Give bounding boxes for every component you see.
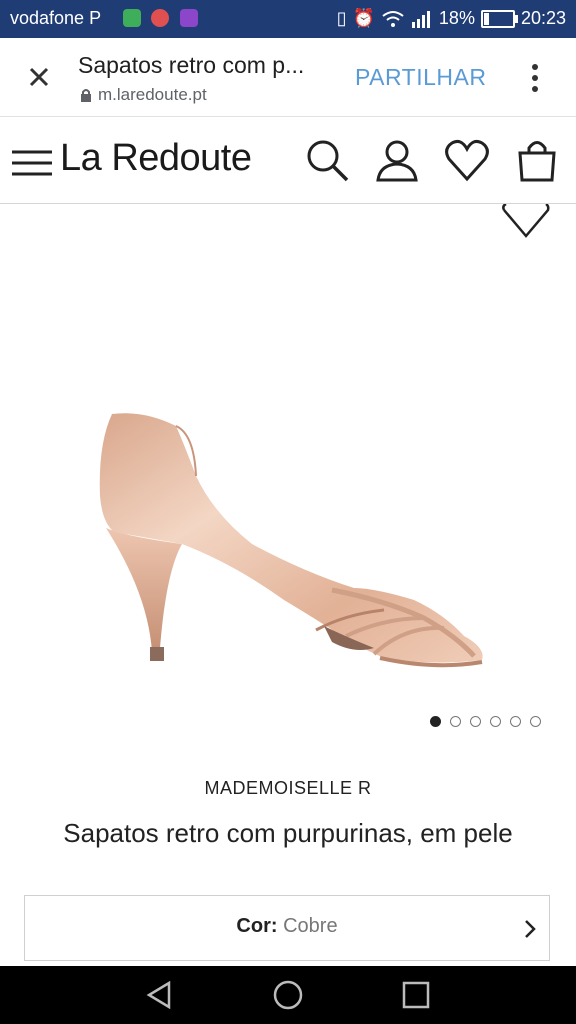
pagination-dot[interactable]	[470, 716, 481, 727]
battery-percent: 18%	[438, 8, 475, 28]
shopping-bag-icon[interactable]	[514, 137, 560, 183]
wishlist-icon[interactable]	[444, 137, 490, 183]
url-text: m.laredoute.pt	[98, 85, 207, 104]
gallery-notification-icon	[180, 9, 198, 27]
back-icon[interactable]	[142, 978, 176, 1012]
search-icon[interactable]	[304, 137, 350, 183]
page-title: Sapatos retro com p...	[78, 52, 305, 78]
lock-icon	[81, 89, 91, 102]
image-pagination	[430, 716, 541, 727]
pagination-dot[interactable]	[430, 716, 441, 727]
close-icon[interactable]	[22, 60, 56, 94]
carrier-name: vodafone P	[10, 8, 102, 28]
more-options-icon[interactable]	[525, 62, 545, 94]
battery-level	[483, 12, 490, 25]
product-title: Sapatos retro com purpurinas, em pele	[63, 818, 513, 848]
product-gallery[interactable]	[0, 204, 576, 764]
alarm-icon: ⏰	[352, 8, 375, 28]
color-value: Cobre	[283, 915, 338, 937]
alert-notification-icon	[151, 9, 169, 27]
navigation-bar	[0, 966, 576, 1024]
pagination-dot[interactable]	[530, 716, 541, 727]
vibrate-icon: ▯	[336, 8, 347, 28]
home-icon[interactable]	[271, 978, 305, 1012]
status-bar: vodafone P ▯ ⏰ 18% 20:23	[0, 0, 576, 38]
pagination-dot[interactable]	[510, 716, 521, 727]
page-url: m.laredoute.pt	[80, 85, 207, 105]
chevron-right-icon	[525, 920, 536, 938]
pagination-dot[interactable]	[450, 716, 461, 727]
share-button[interactable]: PARTILHAR	[355, 64, 486, 91]
pagination-dot[interactable]	[490, 716, 501, 727]
site-header: La Redoute	[0, 117, 576, 204]
message-notification-icon	[123, 9, 141, 27]
clock: 20:23	[520, 8, 566, 28]
signal-icon	[411, 10, 430, 28]
product-image[interactable]	[84, 404, 494, 674]
wifi-icon	[382, 10, 404, 27]
site-logo[interactable]: La Redoute	[60, 137, 252, 180]
menu-icon[interactable]	[12, 149, 52, 177]
product-brand[interactable]: MADEMOISELLE R	[0, 778, 576, 799]
battery-icon	[480, 9, 518, 28]
color-label: Cor:	[236, 915, 278, 937]
account-icon[interactable]	[374, 137, 420, 183]
recents-icon[interactable]	[399, 978, 433, 1012]
custom-tab-toolbar: Sapatos retro com p... m.laredoute.pt PA…	[0, 38, 576, 117]
color-selector[interactable]: Cor: Cobre	[24, 895, 550, 961]
add-to-wishlist-icon[interactable]	[502, 204, 550, 240]
